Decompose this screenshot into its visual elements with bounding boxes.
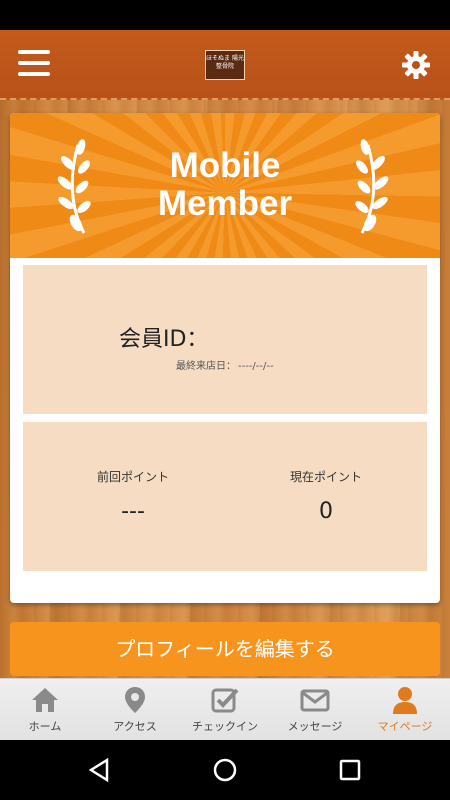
previous-points: 前回ポイント ---	[68, 468, 198, 524]
member-banner: Mobile Member	[10, 113, 440, 258]
tab-mypage[interactable]: マイページ	[360, 679, 450, 741]
tab-home[interactable]: ホーム	[0, 679, 90, 741]
tab-checkin[interactable]: チェックイン	[180, 679, 270, 741]
person-icon	[393, 687, 417, 714]
current-points: 現在ポイント 0	[261, 468, 391, 524]
back-icon[interactable]	[85, 755, 115, 785]
member-info-panel: 会員ID： 最終来店日： ----/--/--	[23, 265, 427, 414]
android-nav-bar	[0, 740, 450, 800]
recents-icon[interactable]	[335, 755, 365, 785]
app-header: ほそぬま 陽光整骨院	[0, 30, 450, 100]
member-card: Mobile Member 会員ID： 最終来店日： ----/--/-- 前回…	[10, 113, 440, 603]
checkin-icon	[211, 688, 239, 713]
home-nav-icon[interactable]	[210, 755, 240, 785]
member-id-label: 会員ID：	[119, 327, 209, 352]
mail-icon	[300, 689, 330, 712]
edit-profile-button[interactable]: プロフィールを編集する	[10, 622, 440, 676]
previous-points-value: ---	[121, 499, 145, 524]
last-visit-label: 最終来店日：	[176, 361, 236, 372]
current-points-label: 現在ポイント	[289, 470, 362, 484]
status-bar	[0, 0, 450, 30]
points-panel: 前回ポイント --- 現在ポイント 0	[23, 422, 427, 571]
tab-home-label: ホーム	[28, 720, 62, 733]
home-icon	[32, 688, 58, 712]
tab-message-label: メッセージ	[287, 720, 343, 733]
last-visit-value: ----/--/--	[238, 361, 274, 372]
laurel-right-icon	[355, 139, 389, 234]
previous-points-label: 前回ポイント	[96, 470, 169, 484]
tab-checkin-label: チェックイン	[192, 720, 258, 733]
bottom-tab-bar: ホーム アクセス チェックイン メッセージ マイページ	[0, 678, 450, 740]
hamburger-menu-icon[interactable]	[18, 50, 50, 78]
clinic-logo: ほそぬま 陽光整骨院	[205, 50, 245, 80]
tab-access-label: アクセス	[113, 720, 157, 733]
gear-icon[interactable]	[400, 49, 432, 81]
tab-access[interactable]: アクセス	[90, 679, 180, 741]
logo-text: ほそぬま 陽光整骨院	[206, 55, 244, 70]
last-visit: 最終来店日： ----/--/--	[176, 357, 274, 372]
tab-mypage-label: マイページ	[377, 720, 433, 733]
tab-message[interactable]: メッセージ	[270, 679, 360, 741]
current-points-value: 0	[319, 499, 333, 524]
map-pin-icon	[125, 687, 145, 713]
